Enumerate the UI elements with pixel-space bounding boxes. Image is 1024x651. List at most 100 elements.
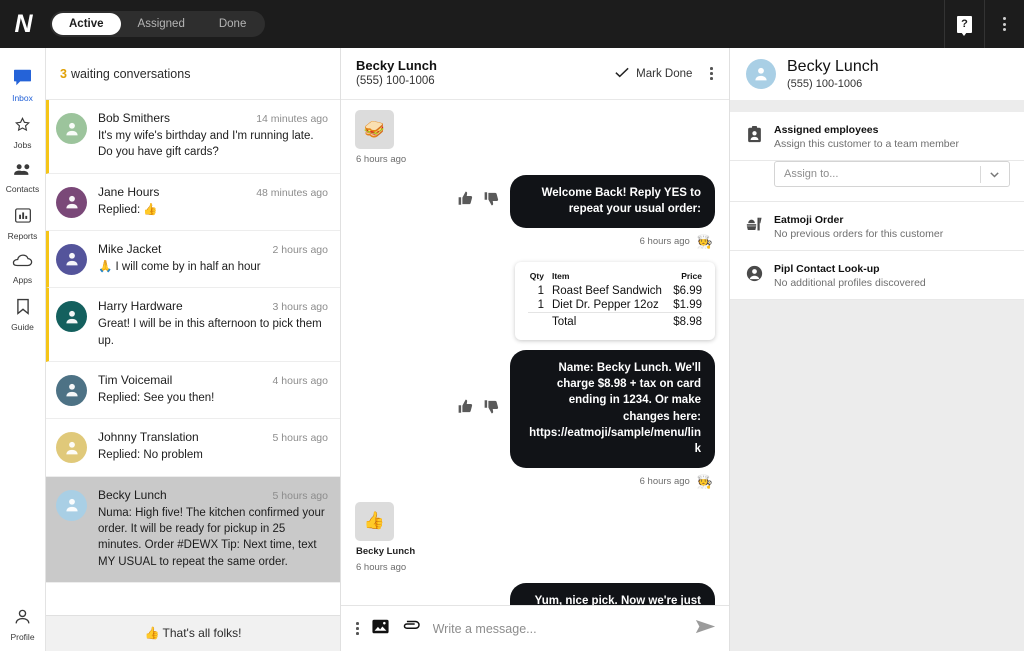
- contact-details-panel: Becky Lunch (555) 100-1006 Assigned empl…: [730, 48, 1024, 651]
- thumbs-down-icon[interactable]: [484, 191, 499, 211]
- message-preview: Replied: 👍: [98, 202, 328, 218]
- message-meta: 6 hours ago 🧑‍🍳: [355, 474, 713, 490]
- contact-phone: (555) 100-1006: [787, 77, 879, 91]
- thumbs-up-icon[interactable]: [458, 399, 473, 419]
- conversation-meta: Johnny Translation 5 hours ago: [98, 430, 328, 444]
- conversation-row-becky-lunch[interactable]: Becky Lunch 5 hours ago Numa: High five!…: [46, 477, 340, 583]
- message-bubble: Welcome Back! Reply YES to repeat your u…: [510, 175, 715, 228]
- status-filter-tabs: Active Assigned Done: [50, 11, 265, 37]
- cell-price: $1.99: [671, 298, 702, 313]
- composer-overflow-button[interactable]: [356, 622, 359, 635]
- chevron-down-icon[interactable]: [981, 169, 1007, 180]
- conversation-meta: Harry Hardware 3 hours ago: [98, 299, 328, 313]
- message-input[interactable]: [433, 622, 682, 636]
- table-row: 1 Roast Beef Sandwich $6.99: [528, 284, 702, 298]
- order-table: Qty Item Price 1 Roast Beef Sandwich $6.…: [528, 271, 702, 329]
- assign-to-input[interactable]: [784, 168, 980, 180]
- conversation-list-header: 3 waiting conversations: [46, 48, 340, 100]
- sidebar-item-apps[interactable]: Apps: [0, 246, 46, 291]
- thread-actions: Mark Done: [615, 63, 717, 84]
- sidebar-item-jobs[interactable]: Jobs: [0, 109, 46, 156]
- sidebar-item-reports[interactable]: Reports: [0, 200, 46, 247]
- message-meta: 6 hours ago 🧑‍🍳: [355, 234, 713, 250]
- conversation-scroll[interactable]: Bob Smithers 14 minutes ago It's my wife…: [46, 100, 340, 615]
- conversation-row-mike-jacket[interactable]: Mike Jacket 2 hours ago 🙏 I will come by…: [46, 231, 340, 288]
- assign-to-combobox[interactable]: [774, 161, 1010, 187]
- contact-name: Johnny Translation: [98, 430, 199, 444]
- message-preview: It's my wife's birthday and I'm running …: [98, 128, 328, 161]
- timestamp: 5 hours ago: [265, 432, 328, 444]
- thumbs-down-icon[interactable]: [484, 399, 499, 419]
- top-overflow-button[interactable]: [984, 0, 1024, 48]
- person-circle-icon: [744, 263, 764, 289]
- message-sender-name: Becky Lunch: [356, 546, 715, 557]
- section-text: Eatmoji Order No previous orders for thi…: [774, 214, 943, 240]
- section-title: Assigned employees: [774, 124, 959, 136]
- sidebar-item-guide[interactable]: Guide: [0, 291, 46, 338]
- conversation-content: Becky Lunch 5 hours ago Numa: High five!…: [98, 488, 328, 570]
- conversation-content: Jane Hours 48 minutes ago Replied: 👍: [98, 185, 328, 218]
- cloud-icon: [12, 253, 33, 273]
- conversation-row-jane-hours[interactable]: Jane Hours 48 minutes ago Replied: 👍: [46, 174, 340, 231]
- conversation-row-johnny-translation[interactable]: Johnny Translation 5 hours ago Replied: …: [46, 419, 340, 476]
- message-preview: Replied: No problem: [98, 447, 328, 463]
- avatar: [56, 490, 87, 521]
- message-preview: Numa: High five! The kitchen confirmed y…: [98, 505, 328, 570]
- avatar: [56, 432, 87, 463]
- message-timestamp: 6 hours ago: [640, 236, 690, 247]
- message-attachment-sandwich: 🥪: [355, 110, 715, 149]
- contact-name: Becky Lunch: [787, 57, 879, 76]
- mark-done-button[interactable]: Mark Done: [615, 67, 692, 81]
- column-qty: Qty: [528, 271, 552, 284]
- reaction-buttons: [458, 399, 499, 419]
- section-text: Assigned employees Assign this customer …: [774, 124, 959, 150]
- attachment-thumbnail[interactable]: 🥪: [355, 110, 394, 149]
- message-thread: Becky Lunch (555) 100-1006 Mark Done: [341, 48, 730, 651]
- message-preview: Great! I will be in this afternoon to pi…: [98, 316, 328, 349]
- timestamp: 2 hours ago: [265, 244, 328, 256]
- send-icon[interactable]: [695, 619, 716, 639]
- contact-header: Becky Lunch (555) 100-1006: [730, 48, 1024, 100]
- timestamp: 14 minutes ago: [248, 113, 328, 125]
- thread-header: Becky Lunch (555) 100-1006 Mark Done: [341, 48, 729, 100]
- sidebar-item-profile[interactable]: Profile: [0, 602, 46, 651]
- paperclip-icon[interactable]: [402, 619, 420, 638]
- tab-done[interactable]: Done: [202, 13, 264, 35]
- conversation-row-bob-smithers[interactable]: Bob Smithers 14 minutes ago It's my wife…: [46, 100, 340, 174]
- cell-item: Roast Beef Sandwich: [552, 284, 671, 298]
- conversation-row-harry-hardware[interactable]: Harry Hardware 3 hours ago Great! I will…: [46, 288, 340, 362]
- thumbs-up-icon[interactable]: [458, 191, 473, 211]
- help-button[interactable]: ?: [944, 0, 984, 48]
- message-preview: Replied: See you then!: [98, 390, 328, 406]
- contact-name: Jane Hours: [98, 185, 159, 199]
- column-price: Price: [671, 271, 702, 284]
- section-eatmoji-order: Eatmoji Order No previous orders for thi…: [730, 202, 1024, 251]
- thread-contact-phone: (555) 100-1006: [356, 74, 437, 88]
- thread-messages[interactable]: 🥪 6 hours ago Welcome Back! Reply YES: [341, 100, 729, 605]
- conversation-meta: Becky Lunch 5 hours ago: [98, 488, 328, 502]
- thread-overflow-button[interactable]: [706, 63, 717, 84]
- kebab-menu-icon: [1003, 17, 1006, 31]
- attachment-thumbnail[interactable]: 👍: [355, 502, 394, 541]
- contact-name: Becky Lunch: [98, 488, 167, 502]
- sidebar-item-inbox[interactable]: Inbox: [0, 62, 46, 109]
- mark-done-label: Mark Done: [636, 68, 692, 80]
- app-logo[interactable]: N: [0, 0, 46, 48]
- conversation-row-tim-voicemail[interactable]: Tim Voicemail 4 hours ago Replied: See y…: [46, 362, 340, 419]
- avatar: [56, 113, 87, 144]
- conversation-content: Tim Voicemail 4 hours ago Replied: See y…: [98, 373, 328, 406]
- section-pipl-contact-lookup: Pipl Contact Look-up No additional profi…: [730, 251, 1024, 300]
- message-outgoing-charge: Name: Becky Lunch. We'll charge $8.98 + …: [355, 350, 715, 468]
- image-icon[interactable]: [372, 619, 389, 639]
- thumbs-up-emoji-icon: 👍: [364, 511, 385, 531]
- sidebar-item-contacts[interactable]: Contacts: [0, 155, 46, 200]
- sidebar-item-label: Reports: [8, 232, 38, 241]
- agent-avatar-emoji: 🧑‍🍳: [697, 474, 713, 490]
- avatar: [746, 59, 776, 89]
- tab-active[interactable]: Active: [52, 13, 121, 35]
- star-icon: [13, 116, 32, 138]
- conversation-content: Johnny Translation 5 hours ago Replied: …: [98, 430, 328, 463]
- cell-qty: 1: [528, 298, 552, 313]
- conversation-meta: Tim Voicemail 4 hours ago: [98, 373, 328, 387]
- tab-assigned[interactable]: Assigned: [121, 13, 202, 35]
